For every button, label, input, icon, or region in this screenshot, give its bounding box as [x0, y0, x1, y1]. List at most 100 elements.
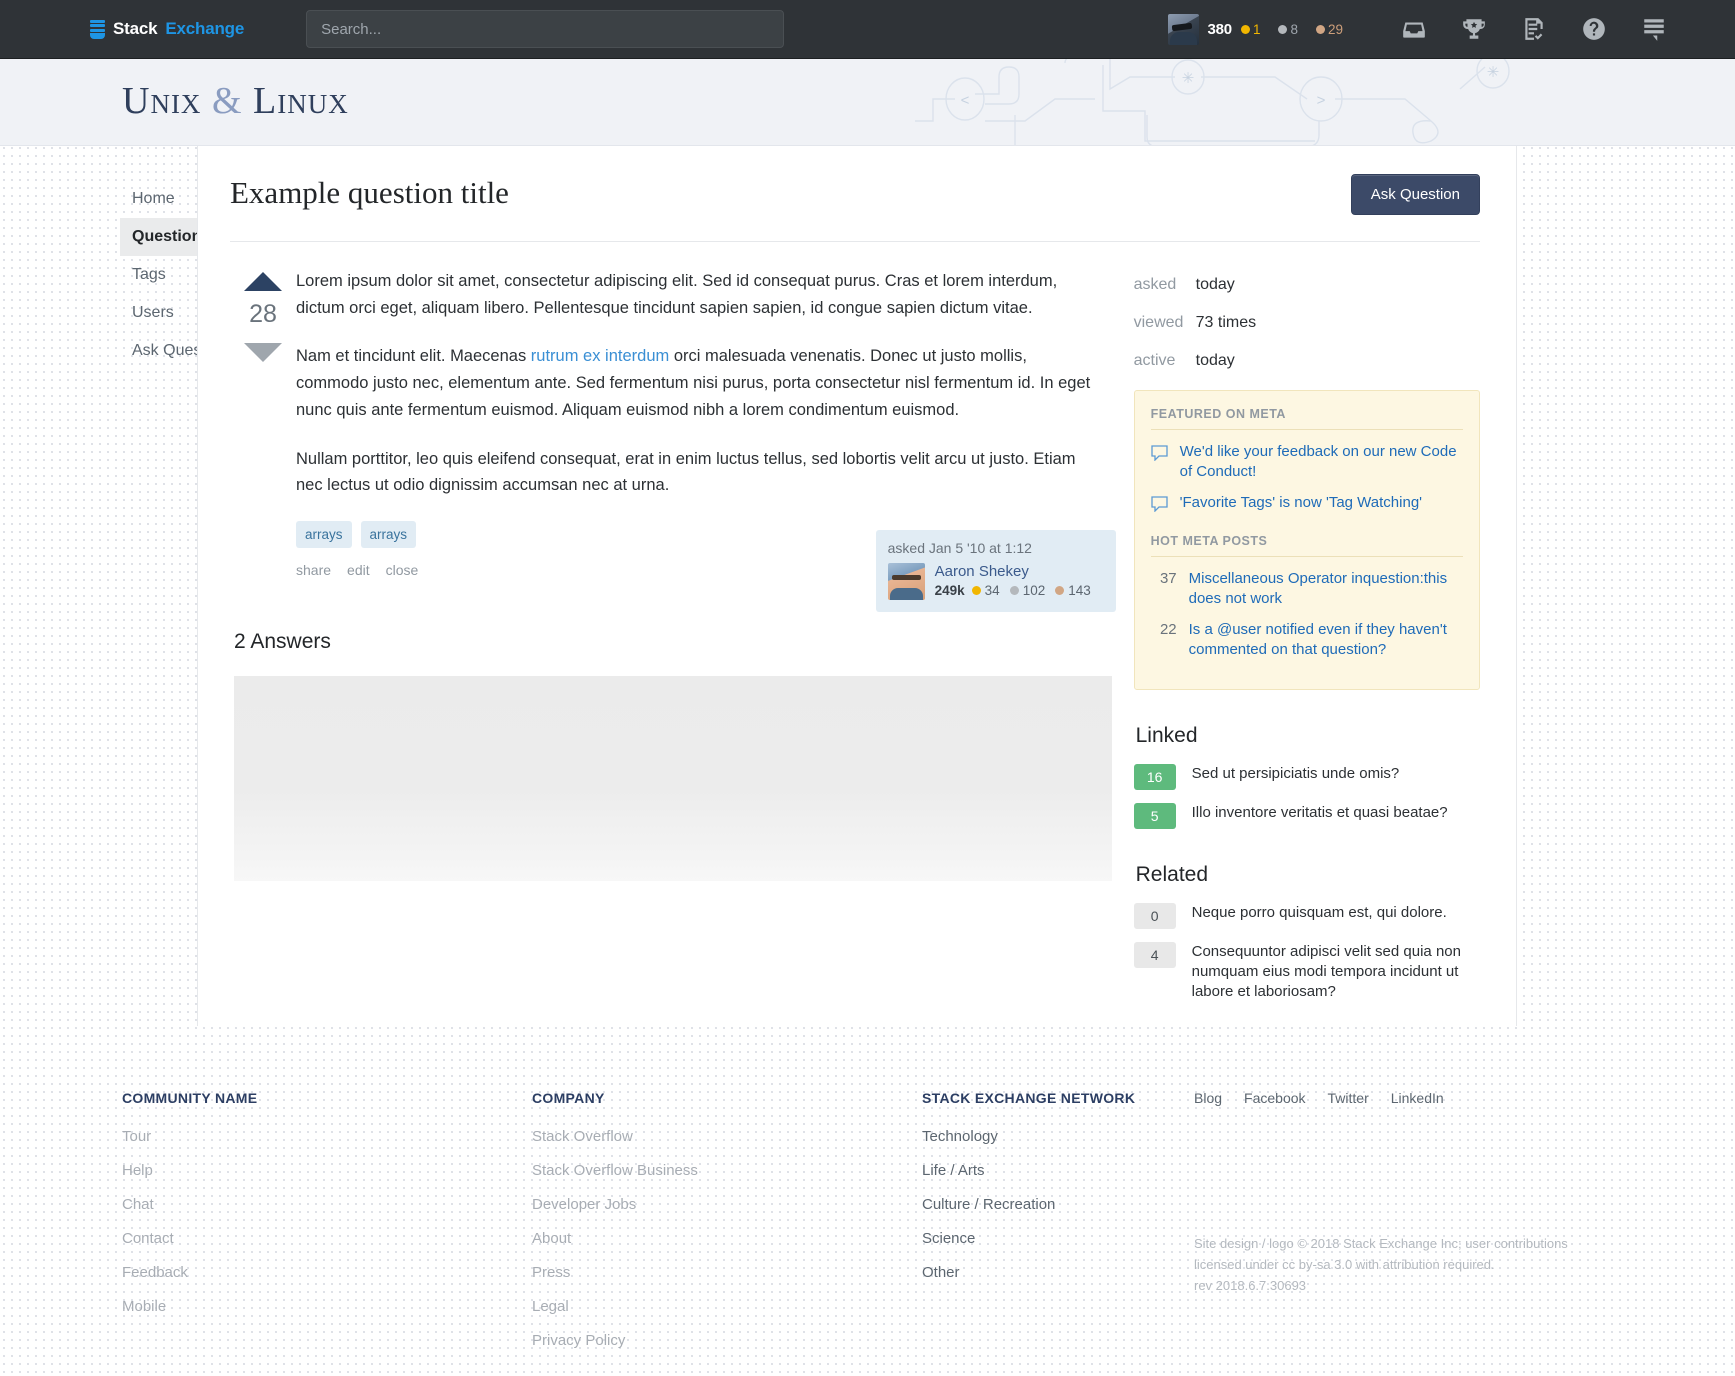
arrow-down-icon[interactable]	[244, 343, 282, 362]
silver-badge-value: 8	[1290, 21, 1298, 37]
footer-heading: STACK EXCHANGE NETWORK	[922, 1090, 1136, 1106]
left-sidebar: Home Questions Tags Users Ask Question	[0, 146, 316, 1026]
inline-link[interactable]: rutrum ex interdum	[531, 347, 669, 365]
footer-link-stack-overflow[interactable]: Stack Overflow	[532, 1128, 922, 1145]
topbar-icon-group	[1401, 16, 1667, 42]
social-link-facebook[interactable]: Facebook	[1244, 1090, 1305, 1106]
speech-bubble-icon	[1150, 445, 1168, 461]
topbar-right-cluster: 380 1 8 29	[1167, 13, 1668, 45]
footer-link-about[interactable]: About	[532, 1230, 922, 1247]
circuit-pattern-decoration: < ✳ > ✳	[915, 59, 1510, 145]
question-header: Example question title Ask Question	[230, 174, 1480, 215]
help-icon[interactable]	[1581, 16, 1607, 42]
answers-heading: 2 Answers	[234, 630, 331, 654]
stackexchange-logo[interactable]: Stack Exchange	[90, 19, 244, 39]
hot-meta-score: 37	[1159, 570, 1177, 588]
site-title-ampersand: &	[211, 80, 243, 122]
social-link-twitter[interactable]: Twitter	[1328, 1090, 1369, 1106]
circuit-glyph-left: <	[961, 92, 970, 109]
tag-item[interactable]: arrays	[296, 521, 352, 549]
user-profile-summary[interactable]: 380 1 8 29	[1167, 13, 1343, 45]
footer-link-developer-jobs[interactable]: Developer Jobs	[532, 1196, 922, 1213]
footer-link-privacy-policy[interactable]: Privacy Policy	[532, 1332, 922, 1349]
search-input[interactable]	[306, 10, 785, 48]
arrow-up-icon[interactable]	[244, 272, 282, 291]
close-link[interactable]: close	[386, 562, 419, 578]
question-paragraph-2: Nam et tincidunt elit. Maecenas rutrum e…	[296, 343, 1096, 423]
site-header: Unix & Linux < ✳ > ✳	[0, 59, 1735, 146]
hot-meta-link[interactable]: Is a @user notified even if they haven't…	[1189, 620, 1463, 660]
featured-meta-item[interactable]: 'Favorite Tags' is now 'Tag Watching'	[1150, 493, 1463, 513]
stack-menu-icon[interactable]	[1641, 16, 1667, 42]
linked-item[interactable]: 5 Illo inventore veritatis et quasi beat…	[1133, 802, 1480, 829]
related-item[interactable]: 0 Neque porro quisquam est, qui dolore.	[1133, 902, 1480, 929]
footer-link-legal[interactable]: Legal	[532, 1298, 922, 1315]
question-body-row: 28 Lorem ipsum dolor sit amet, consectet…	[230, 242, 1116, 578]
page-title: Example question title	[230, 175, 509, 210]
trophy-icon[interactable]	[1461, 16, 1487, 42]
social-link-linkedin[interactable]: LinkedIn	[1391, 1090, 1444, 1106]
avatar[interactable]	[887, 563, 925, 600]
footer-link-tour[interactable]: Tour	[122, 1128, 532, 1145]
footer-link-life-arts[interactable]: Life / Arts	[922, 1162, 1194, 1179]
linked-item-title[interactable]: Sed ut persipiciatis unde omis?	[1192, 764, 1400, 784]
featured-meta-link[interactable]: We'd like your feedback on our new Code …	[1180, 442, 1463, 482]
footer-link-stack-overflow-business[interactable]: Stack Overflow Business	[532, 1162, 922, 1179]
footer-link-press[interactable]: Press	[532, 1264, 922, 1281]
review-icon[interactable]	[1521, 16, 1547, 42]
footer-link-other[interactable]: Other	[922, 1264, 1194, 1281]
edit-link[interactable]: edit	[347, 562, 370, 578]
stat-active: active today	[1134, 352, 1480, 370]
linked-item[interactable]: 16 Sed ut persipiciatis unde omis?	[1133, 763, 1480, 790]
related-item[interactable]: 4 Consequuntor adipisci velit sed quia n…	[1133, 941, 1480, 1003]
gold-badge-icon	[1240, 24, 1250, 34]
footer-link-mobile[interactable]: Mobile	[122, 1298, 532, 1315]
linked-score-badge: 5	[1133, 802, 1176, 829]
hot-meta-posts-heading: HOT META POSTS	[1150, 534, 1463, 558]
footer-link-science[interactable]: Science	[922, 1230, 1194, 1247]
linked-item-title[interactable]: Illo inventore veritatis et quasi beatae…	[1192, 803, 1448, 823]
tag-item[interactable]: arrays	[360, 521, 417, 549]
legal-line-2: licensed under cc by-sa 3.0 with attribu…	[1194, 1256, 1495, 1272]
footer-link-feedback[interactable]: Feedback	[122, 1264, 532, 1281]
footer-link-technology[interactable]: Technology	[922, 1128, 1194, 1145]
answer-content-placeholder	[234, 676, 1112, 882]
silver-badge-value: 102	[1022, 583, 1046, 598]
social-link-blog[interactable]: Blog	[1194, 1090, 1222, 1106]
asked-timestamp: asked Jan 5 '10 at 1:12	[887, 540, 1032, 556]
footer-link-help[interactable]: Help	[122, 1162, 532, 1179]
author-name[interactable]: Aaron Shekey	[935, 563, 1091, 580]
featured-meta-link[interactable]: 'Favorite Tags' is now 'Tag Watching'	[1180, 493, 1422, 513]
stat-value: today	[1195, 276, 1235, 293]
linked-heading: Linked	[1135, 723, 1198, 747]
site-logo-title[interactable]: Unix & Linux	[122, 79, 349, 123]
linked-score-badge: 16	[1133, 763, 1176, 790]
stat-label: asked	[1133, 276, 1177, 293]
stat-value: today	[1195, 352, 1235, 369]
hot-meta-link[interactable]: Miscellaneous Operator inquestion:this d…	[1189, 569, 1463, 609]
related-score-badge: 4	[1133, 941, 1176, 968]
hot-meta-item[interactable]: 37 Miscellaneous Operator inquestion:thi…	[1151, 569, 1463, 609]
ask-question-button[interactable]: Ask Question	[1350, 174, 1480, 215]
footer-link-culture-recreation[interactable]: Culture / Recreation	[922, 1196, 1194, 1213]
stat-label: active	[1133, 352, 1176, 369]
related-score-badge: 0	[1133, 902, 1176, 929]
circuit-glyph-right: >	[1317, 92, 1326, 109]
share-link[interactable]: share	[296, 562, 331, 578]
hot-meta-item[interactable]: 22 Is a @user notified even if they have…	[1151, 620, 1463, 660]
gold-badge-icon	[971, 586, 981, 595]
page-footer: COMMUNITY NAME Tour Help Chat Contact Fe…	[0, 1026, 1735, 1366]
sidebar-item-label: Tags	[132, 266, 166, 283]
site-title-part2: Linux	[253, 80, 349, 122]
avatar[interactable]	[1167, 13, 1199, 45]
featured-meta-item[interactable]: We'd like your feedback on our new Code …	[1150, 442, 1463, 482]
bronze-badge-icon	[1055, 586, 1065, 595]
author-reputation-row: 249k 34 102 143	[935, 583, 1091, 598]
related-item-title[interactable]: Consequuntor adipisci velit sed quia non…	[1192, 942, 1480, 1003]
silver-badge-icon	[1009, 586, 1019, 595]
inbox-icon[interactable]	[1401, 16, 1427, 42]
related-item-title[interactable]: Neque porro quisquam est, qui dolore.	[1192, 903, 1447, 923]
footer-link-contact[interactable]: Contact	[122, 1230, 532, 1247]
question-paragraph-1: Lorem ipsum dolor sit amet, consectetur …	[296, 272, 1058, 317]
footer-link-chat[interactable]: Chat	[122, 1196, 532, 1213]
